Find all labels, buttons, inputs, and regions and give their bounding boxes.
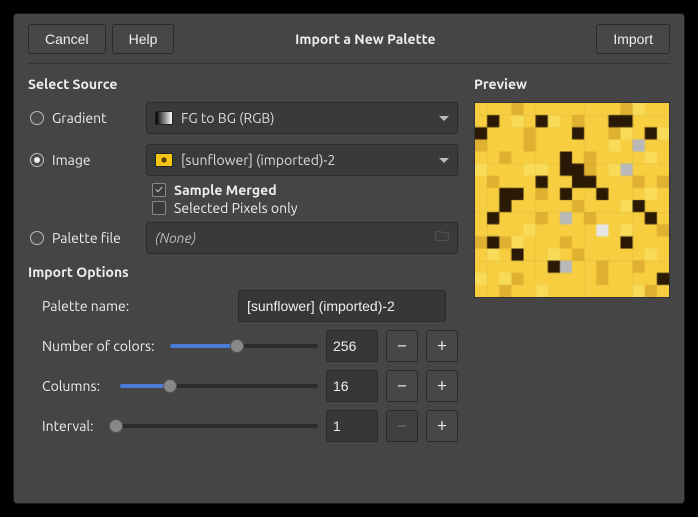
- columns-label: Columns:: [42, 378, 112, 394]
- interval-input[interactable]: [326, 410, 378, 442]
- palette-file-chooser[interactable]: (None) 🗀: [146, 222, 458, 254]
- interval-plus-button[interactable]: +: [426, 410, 458, 442]
- colors-plus-button[interactable]: +: [426, 330, 458, 362]
- image-radio[interactable]: [30, 153, 44, 167]
- preview-swatches: [474, 102, 670, 298]
- image-label: Image: [46, 152, 146, 168]
- gradient-combo[interactable]: FG to BG (RGB): [146, 102, 458, 134]
- columns-minus-button[interactable]: −: [386, 370, 418, 402]
- dialog-window: Cancel Help Import a New Palette Import …: [13, 13, 685, 504]
- image-combo-text: [sunflower] (imported)-2: [181, 152, 431, 168]
- interval-label: Interval:: [42, 418, 102, 434]
- palette-name-input[interactable]: [238, 290, 446, 322]
- preview-heading: Preview: [474, 76, 670, 92]
- gradient-combo-text: FG to BG (RGB): [181, 110, 431, 126]
- palette-file-radio[interactable]: [30, 231, 44, 245]
- colors-input[interactable]: [326, 330, 378, 362]
- cancel-button[interactable]: Cancel: [28, 24, 106, 54]
- interval-slider[interactable]: [110, 417, 318, 435]
- interval-minus-button: −: [386, 410, 418, 442]
- import-options-heading: Import Options: [28, 264, 458, 280]
- selected-pixels-checkbox[interactable]: [152, 201, 166, 215]
- help-button[interactable]: Help: [112, 24, 175, 54]
- colors-minus-button[interactable]: −: [386, 330, 418, 362]
- columns-input[interactable]: [326, 370, 378, 402]
- palette-file-text: (None): [155, 230, 435, 246]
- gradient-label: Gradient: [46, 110, 146, 126]
- chevron-down-icon: [439, 158, 449, 163]
- chevron-down-icon: [439, 116, 449, 121]
- palette-name-label: Palette name:: [42, 298, 174, 314]
- sample-merged-label: Sample Merged: [174, 182, 277, 198]
- gradient-swatch-icon: [155, 111, 173, 125]
- colors-label: Number of colors:: [42, 338, 162, 354]
- toolbar: Cancel Help Import a New Palette Import: [28, 28, 670, 64]
- import-button[interactable]: Import: [596, 24, 670, 54]
- folder-icon: 🗀: [435, 226, 449, 250]
- colors-slider[interactable]: [170, 337, 318, 355]
- select-source-heading: Select Source: [28, 76, 458, 92]
- image-combo[interactable]: [sunflower] (imported)-2: [146, 144, 458, 176]
- columns-slider[interactable]: [120, 377, 318, 395]
- gradient-radio[interactable]: [30, 111, 44, 125]
- image-thumb-icon: [155, 153, 173, 167]
- dialog-title: Import a New Palette: [180, 31, 590, 47]
- columns-plus-button[interactable]: +: [426, 370, 458, 402]
- selected-pixels-label: Selected Pixels only: [174, 200, 298, 216]
- palette-file-label: Palette file: [46, 230, 146, 246]
- sample-merged-checkbox[interactable]: [152, 183, 166, 197]
